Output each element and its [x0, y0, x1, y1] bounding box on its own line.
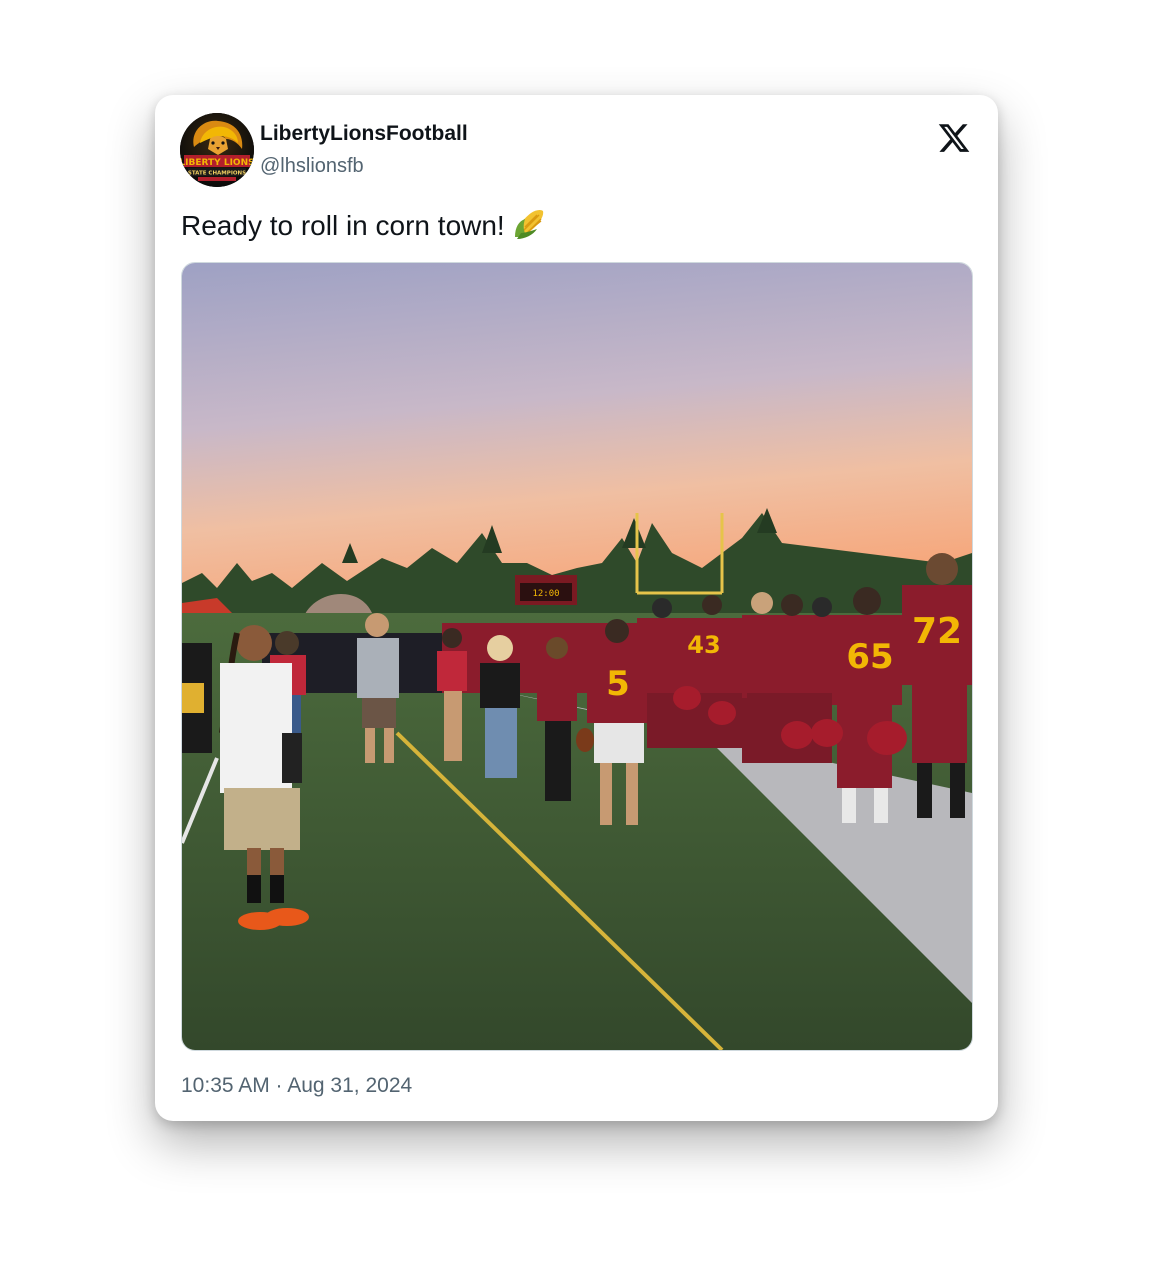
page-background: LIBERTY LIONS STATE CHAMPIONS LibertyLio…	[0, 0, 1153, 1288]
author-names: LibertyLionsFootball @lhslionsfb	[260, 121, 468, 179]
svg-text:43: 43	[687, 631, 720, 659]
tweet-photo[interactable]: 12:00 72 65 43 5	[181, 262, 973, 1051]
tweet-card[interactable]: LIBERTY LIONS STATE CHAMPIONS LibertyLio…	[155, 95, 998, 1121]
svg-text:5: 5	[606, 664, 630, 704]
svg-text:65: 65	[846, 637, 893, 677]
svg-text:12:00: 12:00	[532, 589, 559, 599]
tweet-body: Ready to roll in corn town!	[181, 210, 505, 241]
football-sideline-photo: 12:00 72 65 43 5	[182, 263, 972, 1050]
tweet-header: LIBERTY LIONS STATE CHAMPIONS LibertyLio…	[180, 113, 973, 191]
x-logo-icon[interactable]	[937, 121, 971, 155]
logo-text-top: LIBERTY LIONS	[180, 158, 254, 168]
tweet-timestamp[interactable]: 10:35 AM · Aug 31, 2024	[181, 1072, 412, 1100]
corn-emoji-icon	[511, 205, 547, 251]
logo-text-bottom: STATE CHAMPIONS	[188, 171, 246, 177]
display-name[interactable]: LibertyLionsFootball	[260, 121, 468, 147]
tweet-text: Ready to roll in corn town!	[181, 205, 547, 251]
lion-logo-icon: LIBERTY LIONS STATE CHAMPIONS	[180, 113, 254, 187]
avatar[interactable]: LIBERTY LIONS STATE CHAMPIONS	[180, 113, 254, 187]
svg-text:72: 72	[912, 611, 962, 652]
user-handle[interactable]: @lhslionsfb	[260, 153, 468, 179]
